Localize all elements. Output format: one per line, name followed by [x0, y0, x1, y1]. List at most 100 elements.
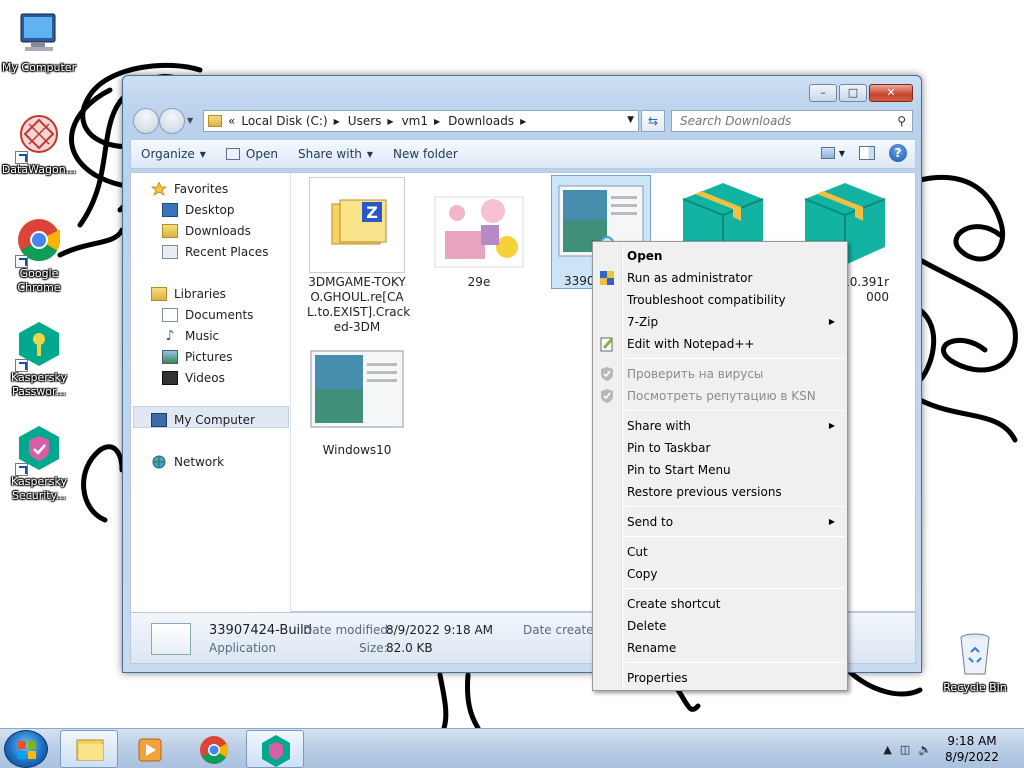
- clock[interactable]: 9:18 AM 8/9/2022: [940, 733, 1004, 765]
- recent-pages-dropdown-icon[interactable]: ▼: [187, 116, 197, 126]
- change-view-icon[interactable]: [820, 147, 835, 159]
- downloads-folder-icon: [162, 224, 178, 238]
- desktop-icon-datawagon[interactable]: DataWagon...: [0, 112, 78, 177]
- network-icon: [151, 455, 167, 469]
- menu-item-open[interactable]: Open: [627, 246, 843, 266]
- nav-recent-places[interactable]: Recent Places: [162, 242, 268, 262]
- menu-separator: [625, 506, 845, 507]
- chevron-right-icon[interactable]: ▶: [520, 117, 526, 126]
- details-size: 82.0 KB: [386, 641, 433, 655]
- menu-item-troubleshoot-compatibility[interactable]: Troubleshoot compatibility: [627, 290, 843, 310]
- nav-network[interactable]: Network: [151, 452, 224, 472]
- command-bar: Organize ▼ Open Share with ▼ New folder ▼ …: [130, 139, 916, 169]
- chrome-icon: [200, 736, 228, 764]
- menu-item-edit-with-notepad-plus-plus[interactable]: Edit with Notepad++: [627, 334, 843, 354]
- breadcrumb-overflow[interactable]: «: [228, 114, 235, 128]
- submenu-arrow-icon: ▶: [828, 317, 835, 326]
- forward-button[interactable]: [159, 108, 185, 134]
- file-item[interactable]: Windows10: [307, 345, 407, 458]
- breadcrumb-vm1[interactable]: vm1: [402, 114, 428, 128]
- new-folder-button[interactable]: New folder: [383, 147, 468, 161]
- desktop-icon-kaspersky-password[interactable]: Kaspersky Passwor...: [0, 320, 78, 399]
- back-button[interactable]: [133, 108, 159, 134]
- desktop-icon-kaspersky-security[interactable]: Kaspersky Security...: [0, 424, 78, 503]
- breadcrumb-local-disk[interactable]: Local Disk (C:): [241, 114, 327, 128]
- start-button[interactable]: [4, 730, 48, 768]
- organize-button[interactable]: Organize ▼: [131, 147, 216, 161]
- menu-item-pin-to-start-menu[interactable]: Pin to Start Menu: [627, 460, 843, 480]
- chevron-right-icon[interactable]: ▶: [387, 117, 393, 126]
- breadcrumb-downloads[interactable]: Downloads: [448, 114, 514, 128]
- menu-item-copy[interactable]: Copy: [627, 564, 843, 584]
- recent-places-icon: [162, 245, 178, 259]
- taskbar-media-player[interactable]: [120, 730, 178, 768]
- menu-item-send-to[interactable]: Send to ▶: [627, 512, 843, 532]
- menu-item-cut[interactable]: Cut: [627, 542, 843, 562]
- image-thumbnail: [431, 177, 527, 273]
- recycle-bin-icon: [951, 630, 999, 678]
- svg-text:Z: Z: [366, 203, 378, 222]
- folder-icon: [208, 115, 222, 127]
- network-status-icon[interactable]: ◫: [900, 743, 910, 756]
- file-item[interactable]: Z 3DMGAME-TOKY O.GHOUL.re[CA L.to.EXIST]…: [307, 177, 411, 335]
- volume-icon[interactable]: 🔈: [918, 743, 932, 756]
- search-input[interactable]: [672, 111, 872, 131]
- show-hidden-icons-button[interactable]: ▲: [883, 743, 891, 756]
- menu-item-properties[interactable]: Properties: [627, 668, 843, 688]
- desktop-icon-my-computer[interactable]: My Computer: [0, 10, 78, 75]
- desktop-icon-label: Recycle Bin: [943, 681, 1007, 694]
- address-bar[interactable]: « Local Disk (C:) ▶ Users ▶ vm1 ▶ Downlo…: [203, 110, 639, 132]
- desktop-icon-label: Kaspersky Security...: [11, 475, 67, 502]
- chevron-right-icon[interactable]: ▶: [334, 117, 340, 126]
- clock-time: 9:18 AM: [947, 734, 997, 748]
- menu-item-7-zip[interactable]: 7-Zip ▶: [627, 312, 843, 332]
- menu-item-create-shortcut[interactable]: Create shortcut: [627, 594, 843, 614]
- chevron-down-icon: ▼: [366, 149, 374, 159]
- shortcut-arrow-icon: [15, 359, 28, 372]
- details-date-modified: 8/9/2022 9:18 AM: [386, 623, 494, 637]
- chevron-down-icon[interactable]: ▼: [839, 149, 845, 158]
- chevron-right-icon[interactable]: ▶: [434, 117, 440, 126]
- menu-item-restore-previous-versions[interactable]: Restore previous versions: [627, 482, 843, 502]
- menu-item-pin-to-taskbar[interactable]: Pin to Taskbar: [627, 438, 843, 458]
- taskbar-google-chrome[interactable]: [184, 730, 242, 768]
- nav-libraries[interactable]: Libraries: [151, 284, 226, 304]
- kaspersky-shield-icon: [599, 388, 615, 404]
- close-button[interactable]: ✕: [869, 84, 913, 102]
- taskbar-kaspersky-security[interactable]: [246, 730, 304, 768]
- nav-videos[interactable]: Videos: [162, 368, 225, 388]
- nav-my-computer[interactable]: My Computer: [151, 410, 255, 430]
- file-item[interactable]: 29e: [429, 177, 529, 290]
- menu-item-delete[interactable]: Delete: [627, 616, 843, 636]
- file-name: 29e: [467, 275, 491, 289]
- refresh-button[interactable]: ⇆: [641, 110, 665, 132]
- maximize-button[interactable]: □: [839, 84, 867, 102]
- open-button[interactable]: Open: [216, 147, 288, 161]
- nav-music[interactable]: ♪ Music: [162, 326, 220, 346]
- nav-desktop[interactable]: Desktop: [162, 200, 235, 220]
- nav-pictures[interactable]: Pictures: [162, 347, 233, 367]
- preview-pane-icon[interactable]: [859, 146, 875, 160]
- file-name: 3DMGAME-TOKY O.GHOUL.re[CA L.to.EXIST].C…: [307, 275, 411, 334]
- nav-downloads[interactable]: Downloads: [162, 221, 251, 241]
- desktop-icon-recycle-bin[interactable]: Recycle Bin: [936, 630, 1014, 695]
- menu-item-run-as-administrator[interactable]: Run as administrator: [627, 268, 843, 288]
- submenu-arrow-icon: ▶: [828, 421, 835, 430]
- menu-item-scan-for-viruses: Проверить на вирусы: [627, 367, 764, 381]
- desktop-icon-google-chrome[interactable]: Google Chrome: [0, 216, 78, 295]
- taskbar-explorer[interactable]: [60, 730, 118, 768]
- search-box[interactable]: ⚲: [671, 110, 913, 132]
- menu-item-rename[interactable]: Rename: [627, 638, 843, 658]
- desktop-icon-label: Kaspersky Passwor...: [11, 371, 67, 398]
- search-icon[interactable]: ⚲: [897, 114, 906, 128]
- minimize-button[interactable]: –: [809, 84, 837, 102]
- help-icon[interactable]: ?: [889, 144, 907, 162]
- share-with-button[interactable]: Share with ▼: [288, 147, 383, 161]
- address-history-dropdown-icon[interactable]: ▼: [627, 115, 634, 125]
- menu-item-share-with[interactable]: Share with ▶: [627, 416, 843, 436]
- nav-documents[interactable]: Documents: [162, 305, 253, 325]
- nav-favorites[interactable]: Favorites: [150, 179, 228, 199]
- kaspersky-security-icon: [15, 424, 63, 476]
- breadcrumb-users[interactable]: Users: [348, 114, 382, 128]
- file-name: Windows10: [322, 443, 392, 457]
